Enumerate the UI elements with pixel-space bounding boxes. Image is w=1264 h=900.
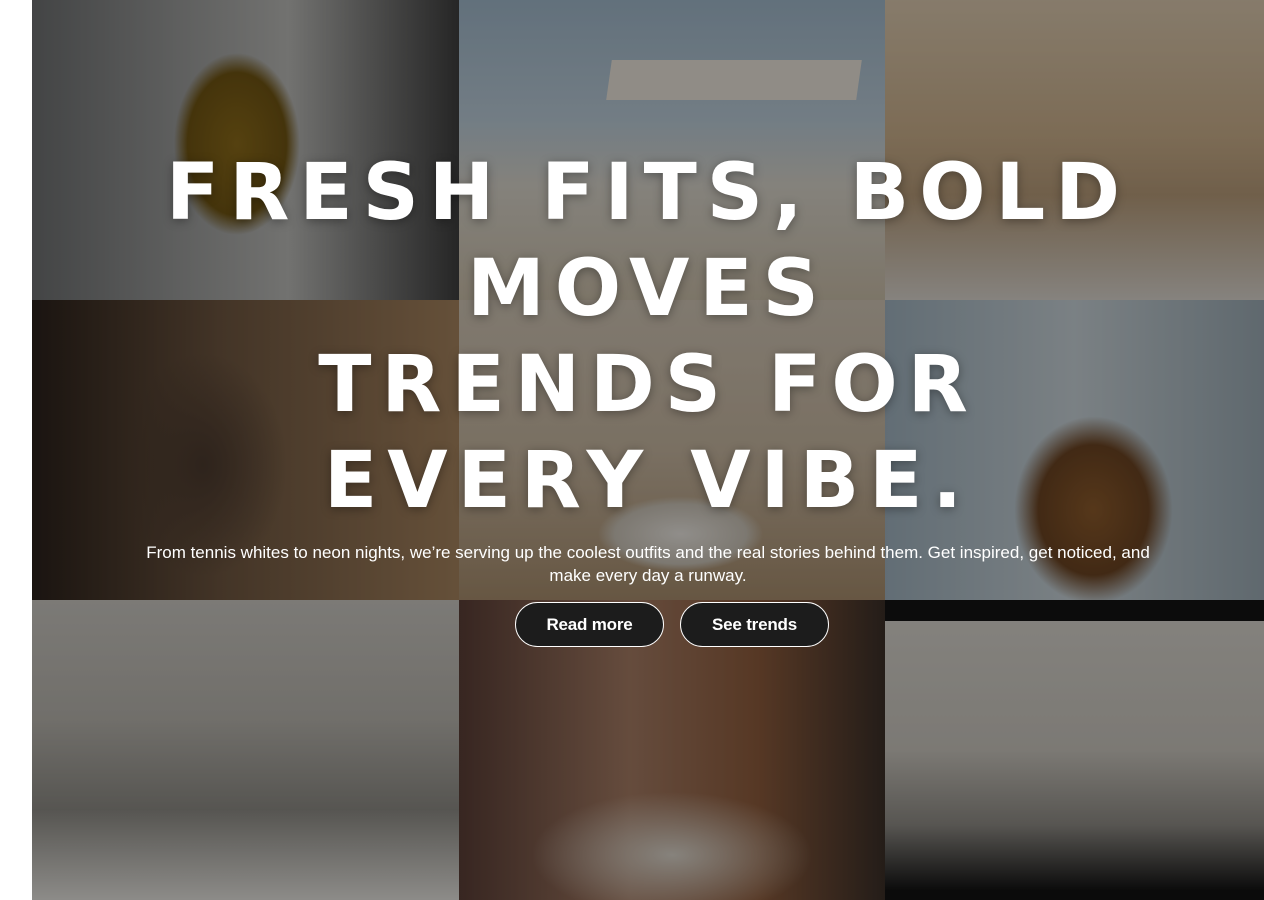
hero-content: FRESH FITS, BOLD MOVES TRENDS FOR EVERY … (32, 0, 1264, 900)
headline-line-2: MOVES (467, 244, 829, 334)
hero-subtitle: From tennis whites to neon nights, we’re… (146, 543, 1150, 585)
hero-section: FRESH FITS, BOLD MOVES TRENDS FOR EVERY … (32, 0, 1264, 900)
headline-line-4: EVERY VIBE. (323, 436, 973, 526)
headline-line-1: FRESH FITS, BOLD (166, 148, 1130, 238)
read-more-button[interactable]: Read more (515, 602, 664, 647)
headline-line-3: TRENDS FOR (318, 340, 978, 430)
hero-headline: FRESH FITS, BOLD MOVES TRENDS FOR EVERY … (32, 145, 1264, 529)
see-trends-button[interactable]: See trends (680, 602, 829, 647)
